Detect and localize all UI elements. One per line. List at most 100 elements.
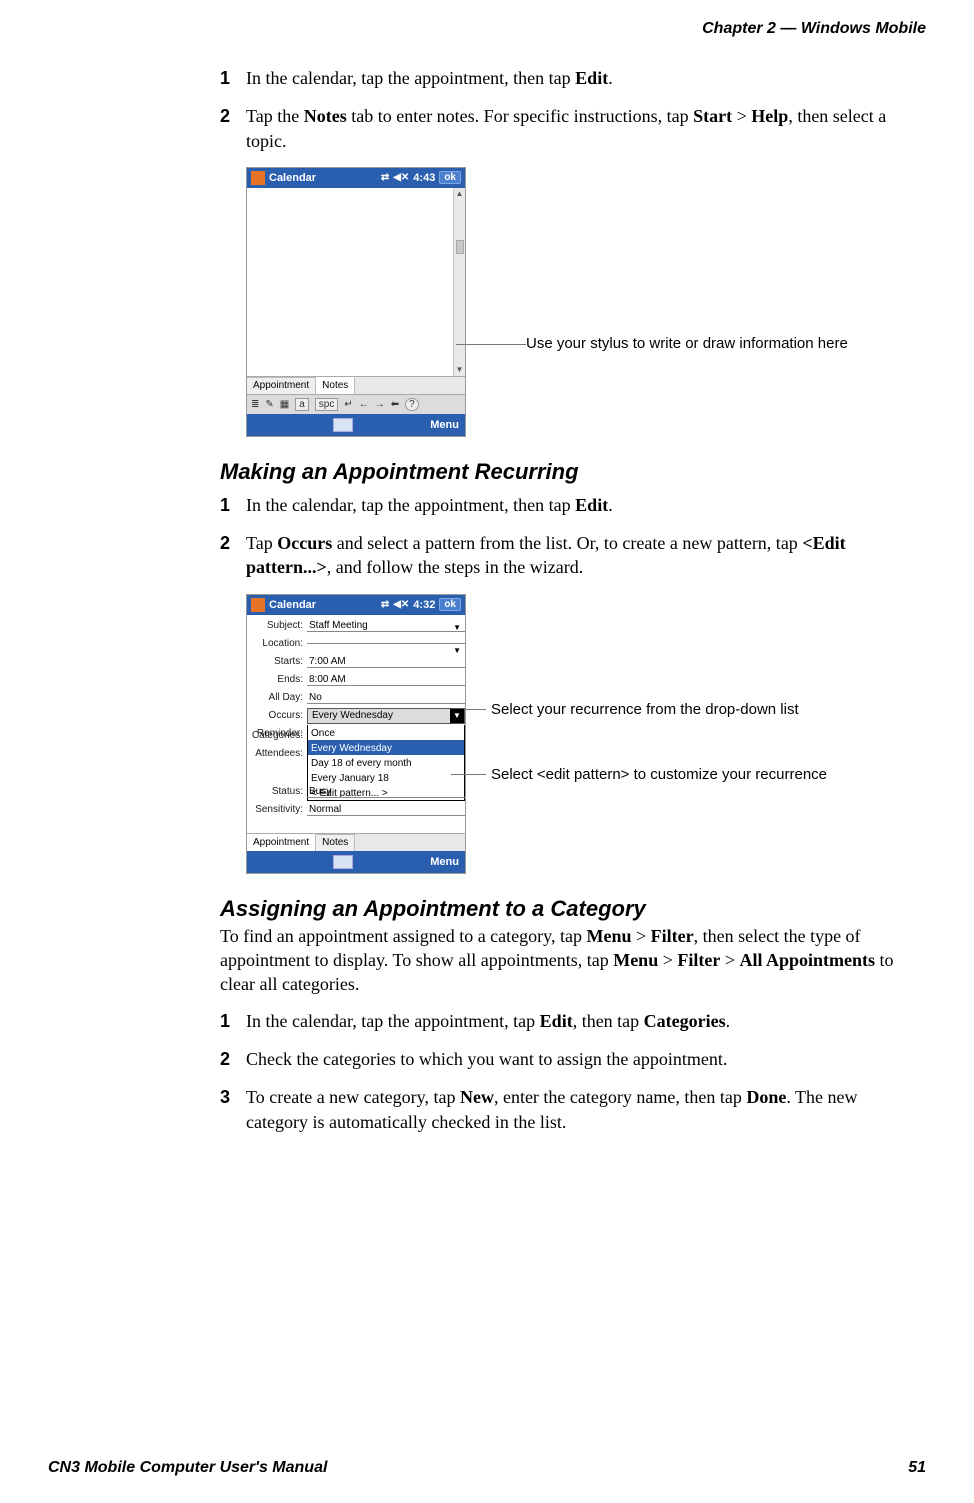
step-number: 3	[220, 1085, 246, 1134]
callout-leader-line	[451, 774, 486, 775]
dropdown-caret-icon: ▼	[453, 646, 461, 655]
sip-pen-icon: ✎	[265, 399, 273, 410]
sip-grid-icon: ▦	[280, 399, 289, 410]
page-footer: CN3 Mobile Computer User's Manual 51	[48, 1459, 926, 1477]
heading-category: Assigning an Appointment to a Category	[220, 896, 916, 922]
list-item: 2 Tap the Notes tab to enter notes. For …	[220, 104, 916, 153]
field-subject: Subject: Staff Meeting▼	[247, 617, 465, 635]
sip-enter-icon: ↵	[344, 399, 352, 410]
subject-value: Staff Meeting▼	[307, 620, 465, 632]
clock-time: 4:43	[413, 172, 435, 184]
callout-text: Select your recurrence from the drop-dow…	[491, 701, 799, 718]
category-intro-paragraph: To find an appointment assigned to a cat…	[220, 924, 916, 997]
sip-spc-key: spc	[315, 398, 339, 411]
figure-form-screenshot: Calendar ⇄ ◀✕ 4:32 ok Subject: Staff Mee…	[246, 594, 916, 874]
keyboard-icon	[333, 418, 353, 432]
step-number: 2	[220, 1047, 246, 1071]
occurs-option: Once	[308, 725, 464, 740]
sensitivity-value: Normal	[307, 804, 465, 816]
menu-softkey: Menu	[430, 856, 459, 868]
step-number: 1	[220, 493, 246, 517]
vertical-scrollbar: ▲ ▼	[453, 188, 465, 376]
notes-drawing-surface	[247, 188, 453, 376]
step-number: 1	[220, 66, 246, 90]
figure-notes-screenshot: Calendar ⇄ ◀✕ 4:43 ok ▲ ▼ Appoint	[246, 167, 916, 437]
occurs-option: Day 18 of every month	[308, 755, 464, 770]
callout-leader-line	[466, 709, 486, 710]
scroll-down-icon: ▼	[456, 364, 464, 376]
tab-notes: Notes	[316, 377, 355, 394]
keyboard-icon	[333, 855, 353, 869]
field-occurs: Occurs: Every Wednesday ▼	[247, 707, 465, 725]
step-number: 2	[220, 531, 246, 580]
pda-titlebar: Calendar ⇄ ◀✕ 4:32 ok	[247, 595, 465, 615]
occurs-value: Every Wednesday ▼	[307, 708, 465, 724]
recurring-step-list: 1 In the calendar, tap the appointment, …	[220, 493, 916, 580]
callout-text: Use your stylus to write or draw informa…	[526, 335, 848, 352]
sip-left-icon: ←	[359, 399, 369, 410]
dropdown-caret-icon: ▼	[453, 623, 461, 632]
step-number: 1	[220, 1009, 246, 1033]
scroll-thumb	[456, 240, 464, 254]
starts-value: 7:00 AM	[307, 656, 465, 668]
callout-text: Select <edit pattern> to customize your …	[491, 766, 827, 783]
ends-value: 8:00 AM	[307, 674, 465, 686]
list-item: 3 To create a new category, tap New, ent…	[220, 1085, 916, 1134]
volume-icon: ◀✕	[393, 172, 409, 183]
app-title: Calendar	[269, 599, 316, 611]
pda-device: Calendar ⇄ ◀✕ 4:32 ok Subject: Staff Mee…	[246, 594, 466, 874]
volume-icon: ◀✕	[393, 599, 409, 610]
step-text: Check the categories to which you want t…	[246, 1047, 916, 1071]
intro-step-list: 1 In the calendar, tap the appointment, …	[220, 66, 916, 153]
step-text: In the calendar, tap the appointment, th…	[246, 66, 916, 90]
step-number: 2	[220, 104, 246, 153]
field-sensitivity: Sensitivity: Normal	[247, 801, 465, 819]
pda-titlebar: Calendar ⇄ ◀✕ 4:43 ok	[247, 168, 465, 188]
tab-bar: Appointment Notes	[247, 833, 465, 851]
sip-list-icon: ≣	[251, 399, 259, 410]
menu-softkey: Menu	[430, 419, 459, 431]
dropdown-button-icon: ▼	[450, 709, 464, 723]
app-title: Calendar	[269, 172, 316, 184]
sip-right-icon: →	[375, 399, 385, 410]
step-text: In the calendar, tap the appointment, th…	[246, 493, 916, 517]
ok-button: ok	[439, 598, 461, 611]
step-text: Tap the Notes tab to enter notes. For sp…	[246, 104, 916, 153]
tab-appointment: Appointment	[247, 377, 316, 394]
chapter-header: Chapter 2 — Windows Mobile	[48, 20, 926, 38]
clock-time: 4:32	[413, 599, 435, 611]
start-flag-icon	[251, 171, 265, 185]
location-value: ▼	[307, 643, 465, 644]
notes-canvas-area: ▲ ▼	[247, 188, 465, 376]
pda-device: Calendar ⇄ ◀✕ 4:43 ok ▲ ▼ Appoint	[246, 167, 466, 437]
list-item: 2 Tap Occurs and select a pattern from t…	[220, 531, 916, 580]
tab-notes: Notes	[316, 834, 355, 851]
step-text: To create a new category, tap New, enter…	[246, 1085, 916, 1134]
field-location: Location: ▼	[247, 635, 465, 653]
tab-bar: Appointment Notes	[247, 376, 465, 394]
ok-button: ok	[439, 171, 461, 184]
occurs-option-selected: Every Wednesday	[308, 740, 464, 755]
list-item: 1 In the calendar, tap the appointment, …	[220, 493, 916, 517]
scroll-up-icon: ▲	[456, 188, 464, 200]
field-starts: Starts: 7:00 AM	[247, 653, 465, 671]
field-allday: All Day: No	[247, 689, 465, 707]
start-flag-icon	[251, 598, 265, 612]
manual-title: CN3 Mobile Computer User's Manual	[48, 1459, 327, 1477]
callout-leader-line	[456, 344, 526, 345]
connectivity-icon: ⇄	[381, 599, 389, 610]
category-step-list: 1 In the calendar, tap the appointment, …	[220, 1009, 916, 1134]
sip-a-key: a	[295, 398, 309, 411]
sip-help-icon: ?	[405, 398, 419, 411]
tab-appointment: Appointment	[247, 834, 316, 851]
list-item: 1 In the calendar, tap the appointment, …	[220, 66, 916, 90]
status-value: Busy	[307, 786, 465, 798]
field-ends: Ends: 8:00 AM	[247, 671, 465, 689]
list-item: 1 In the calendar, tap the appointment, …	[220, 1009, 916, 1033]
appointment-form: Subject: Staff Meeting▼ Location: ▼ Star…	[247, 615, 465, 833]
sip-toolbar: ≣ ✎ ▦ a spc ↵ ← → ⬅ ?	[247, 394, 465, 414]
list-item: 2 Check the categories to which you want…	[220, 1047, 916, 1071]
pda-softkey-bar: Menu	[247, 414, 465, 436]
step-text: In the calendar, tap the appointment, ta…	[246, 1009, 916, 1033]
heading-recurring: Making an Appointment Recurring	[220, 459, 916, 485]
